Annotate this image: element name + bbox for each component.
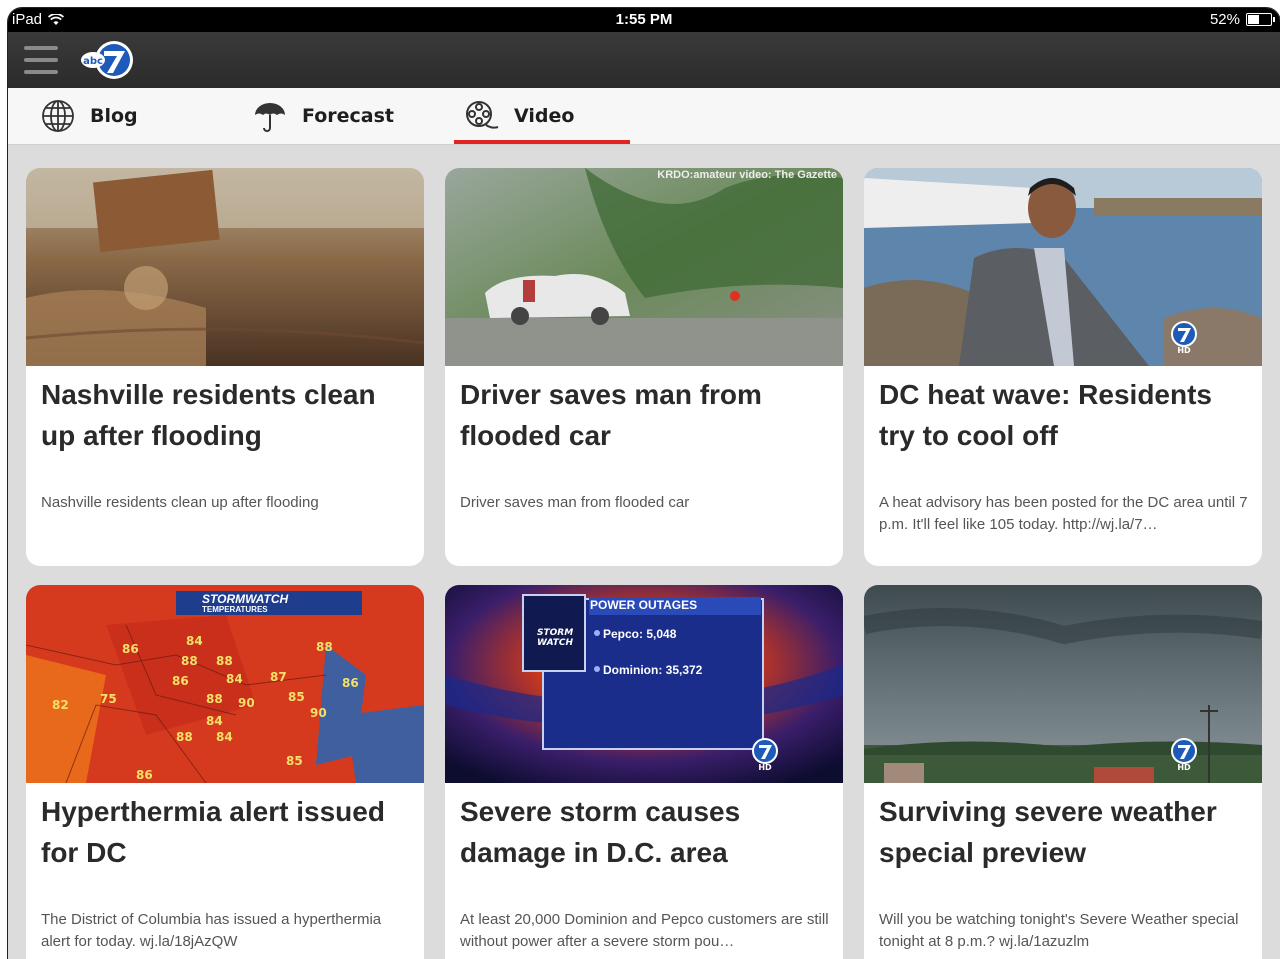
tab-video[interactable]: Video xyxy=(453,88,632,144)
svg-text:HD: HD xyxy=(1177,346,1191,354)
svg-text:86: 86 xyxy=(172,674,189,688)
svg-text:WATCH: WATCH xyxy=(537,638,573,648)
outage-line: Pepco: 5,048 xyxy=(603,627,677,641)
video-title: DC heat wave: Residents try to cool off xyxy=(879,379,1212,451)
svg-text:86: 86 xyxy=(342,676,359,690)
ipad-screen: iPad 1:55 PM 52% abc Blog Forecast Video… xyxy=(8,8,1280,959)
video-card[interactable]: KRDO:amateur video: The Gazette Driver s… xyxy=(445,168,843,566)
video-card[interactable]: Nashville residents clean up after flood… xyxy=(26,168,424,566)
video-title: Nashville residents clean up after flood… xyxy=(41,379,376,451)
video-title: Driver saves man from flooded car xyxy=(460,379,762,451)
menu-button[interactable] xyxy=(24,46,58,74)
map-overlay-title: STORMWATCH xyxy=(202,592,289,606)
video-thumbnail: HD xyxy=(864,585,1262,783)
abc7-hd-bug-icon: HD xyxy=(1171,321,1197,354)
video-source-caption: KRDO:amateur video: The Gazette xyxy=(657,169,837,181)
outage-line: Dominion: 35,372 xyxy=(603,663,703,677)
tab-label: Blog xyxy=(90,105,138,127)
section-tabs: Blog Forecast Video xyxy=(8,88,1280,145)
svg-text:84: 84 xyxy=(216,730,233,744)
video-thumbnail: STORM WATCH POWER OUTAGES Pepco: 5,048 D… xyxy=(445,585,843,783)
video-thumbnail: KRDO:amateur video: The Gazette xyxy=(445,168,843,366)
svg-text:88: 88 xyxy=(316,640,333,654)
tab-blog[interactable]: Blog xyxy=(40,88,138,144)
globe-icon xyxy=(40,98,76,134)
umbrella-icon xyxy=(252,98,288,134)
video-card[interactable]: HD DC heat wave: Residents try to cool o… xyxy=(864,168,1262,566)
svg-text:75: 75 xyxy=(100,692,117,706)
video-card[interactable]: STORM WATCH POWER OUTAGES Pepco: 5,048 D… xyxy=(445,585,843,959)
video-description: At least 20,000 Dominion and Pepco custo… xyxy=(460,911,829,950)
svg-text:85: 85 xyxy=(288,690,305,704)
svg-text:abc: abc xyxy=(83,56,103,67)
map-overlay-subtitle: TEMPERATURES xyxy=(202,605,268,614)
svg-text:90: 90 xyxy=(238,696,255,710)
video-card[interactable]: HD Surviving severe weather special prev… xyxy=(864,585,1262,959)
svg-text:86: 86 xyxy=(122,642,139,656)
svg-text:88: 88 xyxy=(216,654,233,668)
video-title: Hyperthermia alert issued for DC xyxy=(41,796,385,868)
svg-text:HD: HD xyxy=(1177,763,1191,771)
video-grid: Nashville residents clean up after flood… xyxy=(8,144,1280,959)
video-description: Nashville residents clean up after flood… xyxy=(41,494,319,511)
tab-label: Video xyxy=(514,105,575,127)
abc7-hd-bug-icon: HD xyxy=(752,738,778,771)
tab-label: Forecast xyxy=(302,105,394,127)
svg-text:85: 85 xyxy=(286,754,303,768)
svg-text:88: 88 xyxy=(181,654,198,668)
svg-text:90: 90 xyxy=(310,706,327,720)
video-title: Surviving severe weather special preview xyxy=(879,796,1217,868)
abc7-hd-bug-icon: HD xyxy=(1171,738,1197,771)
abc7-logo[interactable]: abc xyxy=(80,40,136,80)
film-reel-icon xyxy=(464,98,500,134)
video-thumbnail xyxy=(26,168,424,366)
svg-text:82: 82 xyxy=(52,698,69,712)
video-thumbnail: 84 88 88 86 84 87 88 90 85 84 88 84 85 86 75 82 86 8… xyxy=(26,585,424,783)
graphic-heading: POWER OUTAGES xyxy=(590,598,698,612)
svg-text:88: 88 xyxy=(206,692,223,706)
svg-text:86: 86 xyxy=(136,768,153,782)
svg-text:87: 87 xyxy=(270,670,287,684)
tab-forecast[interactable]: Forecast xyxy=(252,88,394,144)
app-header: abc xyxy=(8,32,1280,88)
battery-icon xyxy=(1246,13,1275,26)
video-description: Will you be watching tonight's Severe We… xyxy=(879,911,1239,950)
battery-percent: 52% xyxy=(1209,11,1240,28)
video-description: A heat advisory has been posted for the … xyxy=(879,494,1248,533)
svg-text:84: 84 xyxy=(226,672,243,686)
clock: 1:55 PM xyxy=(615,11,673,28)
svg-text:84: 84 xyxy=(206,714,223,728)
video-title: Severe storm causes damage in D.C. area xyxy=(460,796,741,868)
status-bar: iPad 1:55 PM 52% xyxy=(8,8,1280,32)
video-description: Driver saves man from flooded car xyxy=(460,494,690,511)
video-thumbnail: HD xyxy=(864,168,1262,366)
svg-text:HD: HD xyxy=(758,763,772,771)
svg-text:88: 88 xyxy=(176,730,193,744)
svg-text:84: 84 xyxy=(186,634,203,648)
video-card[interactable]: 84 88 88 86 84 87 88 90 85 84 88 84 85 86 75 82 86 8… xyxy=(26,585,424,959)
video-description: The District of Columbia has issued a hy… xyxy=(41,911,382,950)
svg-text:STORM: STORM xyxy=(537,628,573,638)
